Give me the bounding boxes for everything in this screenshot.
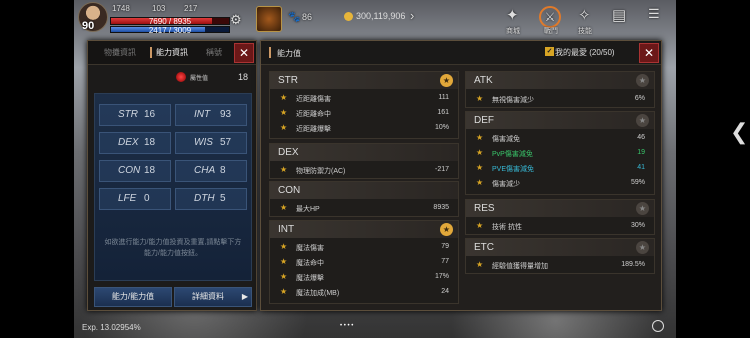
stat-str: STR 16 xyxy=(99,104,171,126)
star-icon[interactable]: ★ xyxy=(636,114,649,127)
stat-row: ★ 最大HP 8935 xyxy=(280,203,449,213)
stat-row: ★ 傷害減免 46 xyxy=(476,133,645,143)
group-int: INT ★ ★ 魔法傷害 79 ★ 魔法命中 77 ★ 魔法爆擊 17% ★ 魔法加成(MB) 2… xyxy=(269,220,459,304)
joystick-icon[interactable] xyxy=(652,320,664,332)
tab-item-info[interactable]: 物攤資訊 xyxy=(104,47,136,58)
favorite-count: 我的最愛 (20/50) xyxy=(555,48,615,57)
menu-icon[interactable]: ☰ xyxy=(648,6,660,22)
stat-row: ★ 經驗值獲得量增加 189.5% xyxy=(476,260,645,270)
quest-icon[interactable]: ▤ xyxy=(612,6,626,24)
group-str: STR ★ ★ 近距離傷害 111 ★ 近距離命中 161 ★ 近距離爆擊 10% xyxy=(269,71,459,139)
stat-row: ★ 魔法加成(MB) 24 xyxy=(280,287,449,297)
character-level: 90 xyxy=(82,20,95,32)
kill-count: 86 xyxy=(302,12,313,22)
buff-count-1: 1748 xyxy=(112,4,130,13)
title-marker xyxy=(269,47,271,58)
close-right-button[interactable]: ✕ xyxy=(639,43,659,63)
stat-row: ★ PvP傷害減免 19 xyxy=(476,148,645,158)
stat-row: ★ 傷害減少 59% xyxy=(476,178,645,188)
buff-count-2: 103 xyxy=(152,4,166,13)
gold-coin-icon xyxy=(344,12,353,21)
element-label: 屬性值 xyxy=(190,76,209,82)
ability-value-header: 能力值 ✓ 我的最愛 (20/50) ✕ xyxy=(261,41,661,65)
battle-icon[interactable]: ⚔ xyxy=(539,6,561,28)
element-value: 18 xyxy=(237,72,248,82)
stat-row: ★ 近距離爆擊 10% xyxy=(280,123,449,133)
skill-icon[interactable]: ✧ xyxy=(578,6,591,24)
stat-row: ★ 魔法傷害 79 xyxy=(280,242,449,252)
close-left-button[interactable]: ✕ xyxy=(234,43,254,63)
group-con: CON ★ 最大HP 8935 xyxy=(269,181,459,217)
stat-row: ★ 物理防禦力(AC) -217 xyxy=(280,165,449,175)
stat-con: CON 18 xyxy=(99,160,171,182)
stat-cha: CHA 8 xyxy=(175,160,247,182)
bottom-buttons: 能力/能力值 詳細資料 ▶ xyxy=(94,287,252,307)
top-hud: 90 1748 103 217 7690 / 8935 2417 / 3009 … xyxy=(74,0,676,36)
group-etc: ETC ★ ★ 經驗值獲得量增加 189.5% xyxy=(465,238,655,274)
stat-lfe: LFE 0 xyxy=(99,188,171,210)
buff-count-3: 217 xyxy=(184,4,198,13)
reset-hint-text: 如欲進行能力/能力值投資及重置,請點擊下方能力/能力值按鈕。 xyxy=(104,239,242,257)
stat-int: INT 93 xyxy=(175,104,247,126)
stat-row: ★ 技術 抗性 30% xyxy=(476,221,645,231)
element-icon xyxy=(176,72,186,82)
tab-title[interactable]: 稱號 xyxy=(206,47,222,58)
info-tabs: 物攤資訊 能力資訊 稱號 ✕ xyxy=(88,41,256,65)
stat-dth: DTH 5 xyxy=(175,188,247,210)
exp-text: Exp. 13.02954% xyxy=(82,323,141,332)
hp-text: 7690 / 8935 xyxy=(148,17,192,26)
ability-button[interactable]: 能力/能力值 xyxy=(94,287,172,307)
star-icon[interactable]: ★ xyxy=(440,74,453,87)
group-def: DEF ★ ★ 傷害減免 46 ★ PvP傷害減免 19 ★ PVE傷害減免 41 ★ 傷害減少… xyxy=(465,111,655,195)
stat-row: ★ 魔法爆擊 17% xyxy=(280,272,449,282)
element-row: 屬性值 18 xyxy=(94,69,252,87)
favorite-check-icon[interactable]: ✓ xyxy=(545,47,554,56)
skill-label: 技能 xyxy=(578,28,592,35)
pet-icon[interactable]: 🐾 xyxy=(288,12,300,23)
star-icon[interactable]: ★ xyxy=(440,223,453,236)
stat-row: ★ 魔法命中 77 xyxy=(280,257,449,267)
play-arrow-icon: ▶ xyxy=(241,292,248,301)
chevron-right-icon[interactable]: › xyxy=(410,8,414,23)
battle-label: 戰鬥 xyxy=(544,28,558,35)
game-screen: 90 1748 103 217 7690 / 8935 2417 / 3009 … xyxy=(0,0,750,338)
ability-value-panel: 能力值 ✓ 我的最愛 (20/50) ✕ STR ★ ★ 近距離傷害 111 ★ 近距離… xyxy=(260,40,662,311)
stat-row: ★ 近距離命中 161 xyxy=(280,108,449,118)
group-atk: ATK ★ ★ 無視傷害減少 6% xyxy=(465,71,655,108)
stat-dex: DEX 18 xyxy=(99,132,171,154)
gold-amount: 300,119,906 xyxy=(356,11,406,21)
shop-label: 商城 xyxy=(506,28,520,35)
star-icon[interactable]: ★ xyxy=(636,202,649,215)
detail-button[interactable]: 詳細資料 ▶ xyxy=(174,287,252,307)
stat-wis: WIS 57 xyxy=(175,132,247,154)
tab-ability-info[interactable]: 能力資訊 xyxy=(150,47,188,58)
ability-value-title: 能力值 xyxy=(277,49,301,58)
mp-bar: 2417 / 3009 xyxy=(110,26,230,35)
star-icon[interactable]: ★ xyxy=(636,74,649,87)
character-info-panel: 物攤資訊 能力資訊 稱號 ✕ 屬性值 18 STR 16 INT 93 DEX 18 … xyxy=(87,40,257,311)
potion-quickslot-icon[interactable] xyxy=(256,6,282,32)
star-icon[interactable]: ★ xyxy=(636,241,649,254)
stat-row: ★ PVE傷害減免 41 xyxy=(476,163,645,173)
mp-text: 2417 / 3009 xyxy=(148,26,192,35)
group-dex: DEX ★ 物理防禦力(AC) -217 xyxy=(269,143,459,179)
group-res: RES ★ ★ 技術 抗性 30% xyxy=(465,199,655,235)
gear-icon[interactable]: ⚙ xyxy=(230,12,242,28)
hp-bar: 7690 / 8935 xyxy=(110,17,230,26)
chevron-left-icon[interactable]: ❮ xyxy=(730,120,748,145)
shop-icon[interactable]: ✦ xyxy=(506,6,519,24)
stat-row: ★ 無視傷害減少 6% xyxy=(476,94,645,104)
page-indicator: • • • • xyxy=(340,323,354,329)
stat-row: ★ 近距離傷害 111 xyxy=(280,93,449,103)
